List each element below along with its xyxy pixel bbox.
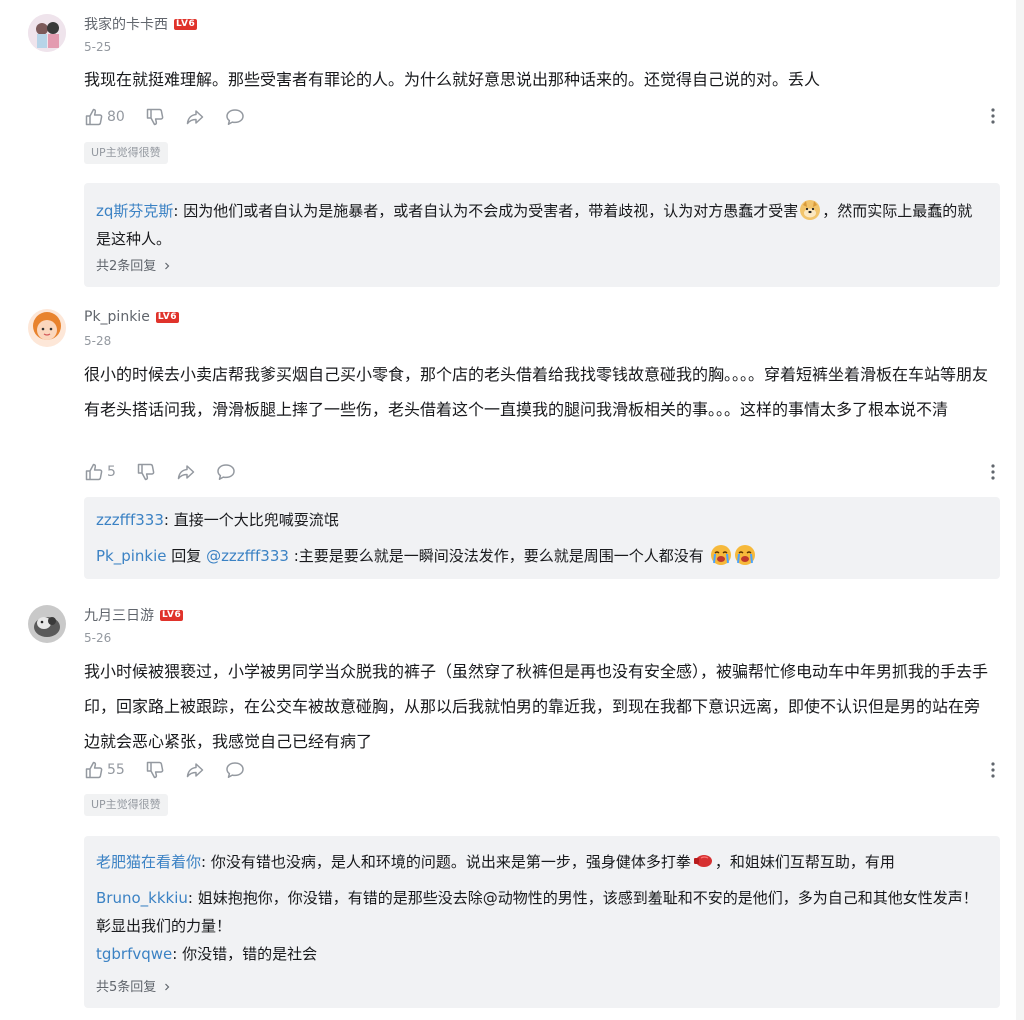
up-liked-badge: UP主觉得很赞 xyxy=(84,794,168,816)
reply-text: : 你没有错也没病，是人和环境的问题。说出来是第一步，强身健体多打拳 xyxy=(201,853,691,871)
comment-actions: 55 xyxy=(84,758,265,782)
reply-text: : 你没错，错的是社会 xyxy=(172,945,318,963)
comment-item: 九月三日游 LV6 5-26 我小时候被猥亵过，小学被男同学当众脱我的裤子（虽然… xyxy=(0,0,1024,1010)
reply-text-cont: ，和姐妹们互帮互助，有用 xyxy=(714,853,895,871)
level-badge: LV6 xyxy=(160,609,184,621)
like-count: 55 xyxy=(107,762,125,778)
more-button[interactable] xyxy=(986,760,1000,780)
reply-item: tgbrfvqwe: 你没错，错的是社会 xyxy=(96,940,986,968)
reply-username[interactable]: 老肥猫在看着你 xyxy=(96,853,201,871)
like-button[interactable]: 55 xyxy=(84,760,125,780)
share-icon xyxy=(185,760,205,780)
reply-button[interactable] xyxy=(225,760,245,780)
reply-username[interactable]: tgbrfvqwe xyxy=(96,945,172,963)
comment-date: 5-26 xyxy=(84,631,112,645)
dislike-button[interactable] xyxy=(145,760,165,780)
scrollbar[interactable] xyxy=(1016,0,1024,1020)
username-text: 九月三日游 xyxy=(84,608,154,624)
reply-username[interactable]: Bruno_kkkiu xyxy=(96,889,188,907)
chevron-right-icon xyxy=(162,982,172,992)
boxing-glove-emoji-icon xyxy=(693,855,712,867)
thumbs-down-icon xyxy=(145,760,165,780)
reply-item: 老肥猫在看着你: 你没有错也没病，是人和环境的问题。说出来是第一步，强身健体多打… xyxy=(96,848,986,876)
view-more-replies[interactable]: 共5条回复 xyxy=(96,976,172,995)
comment-text: 我小时候被猥亵过，小学被男同学当众脱我的裤子（虽然穿了秋裤但是再也没有安全感），… xyxy=(84,662,989,751)
comment-bubble-icon xyxy=(225,760,245,780)
comment-username[interactable]: 九月三日游 LV6 xyxy=(84,605,184,625)
reply-list: 老肥猫在看着你: 你没有错也没病，是人和环境的问题。说出来是第一步，强身健体多打… xyxy=(84,836,1000,1008)
view-more-label: 共5条回复 xyxy=(96,980,157,995)
reply-text: : 姐妹抱抱你，你没错，有错的是那些没去除@动物性的男性，该感到羞耻和不安的是他… xyxy=(96,889,978,935)
reply-item: Bruno_kkkiu: 姐妹抱抱你，你没错，有错的是那些没去除@动物性的男性，… xyxy=(96,884,986,940)
avatar[interactable] xyxy=(28,605,66,643)
more-vertical-icon xyxy=(986,760,1000,780)
share-button[interactable] xyxy=(185,760,205,780)
thumbs-up-icon xyxy=(84,760,104,780)
